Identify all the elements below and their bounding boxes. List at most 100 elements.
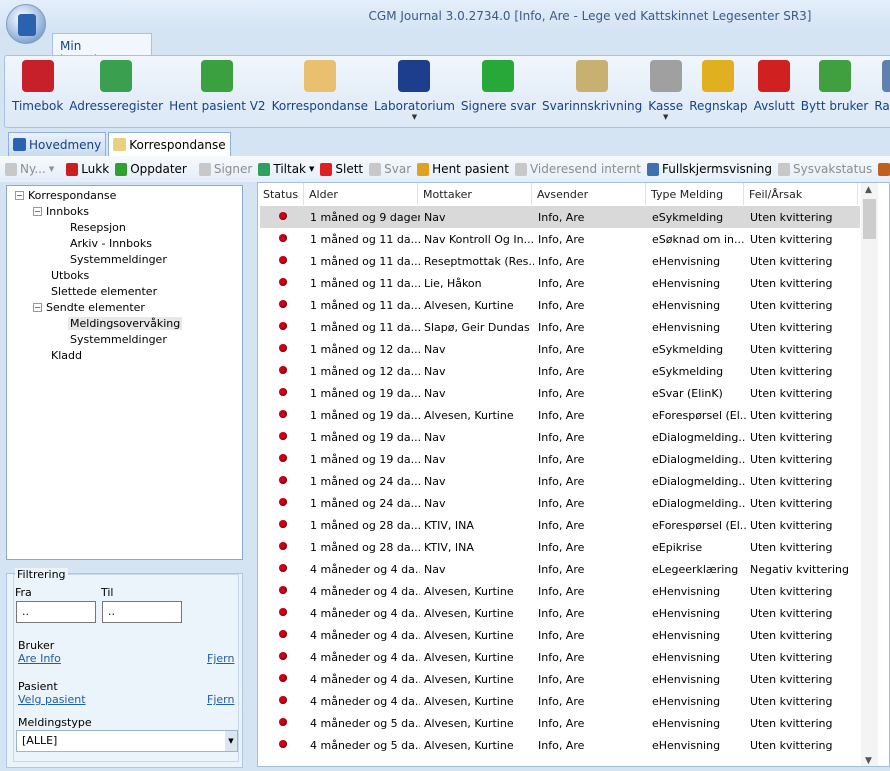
- ribbon-button-korrespondanse[interactable]: Korrespondanse: [269, 56, 371, 127]
- toolbar-s-button[interactable]: S: [878, 162, 890, 176]
- table-row[interactable]: 4 måneder og 4 da... Alvesen, Kurtine Info…: [260, 580, 860, 602]
- table-row[interactable]: 1 måned og 11 da... Lie, Håkon Info, Are eH…: [260, 272, 860, 294]
- cell-alder: 1 måned og 28 da...: [310, 519, 420, 532]
- table-row[interactable]: 1 måned og 19 da... Nav Info, Are eSvar (El…: [260, 382, 860, 404]
- toolbar-signer-button[interactable]: Signer: [198, 162, 253, 176]
- toolbar-lukk-button[interactable]: Lukk: [66, 162, 109, 176]
- ribbon-button-timebok[interactable]: Timebok: [9, 56, 66, 127]
- column-header-avsender[interactable]: Avsender: [532, 183, 646, 205]
- ribbon-tab-min-hovedmeny[interactable]: Min hovedmeny: [52, 33, 152, 67]
- toolbar-ny-button[interactable]: Ny... ▼: [5, 162, 54, 176]
- table-row[interactable]: 4 måneder og 4 da... Nav Info, Are eLegeerk…: [260, 558, 860, 580]
- pasient-remove-link[interactable]: Fjern: [207, 693, 234, 706]
- table-row[interactable]: 1 måned og 11 da... Nav Kontroll Og In...…: [260, 228, 860, 250]
- bruker-link[interactable]: Are Info: [18, 652, 61, 665]
- fra-input[interactable]: ..: [16, 601, 96, 623]
- toolbar-slett-button[interactable]: Slett: [320, 162, 363, 176]
- toolbar-label: Lukk: [81, 162, 110, 176]
- toolbar-sysvakstatus-button[interactable]: Sysvakstatus: [777, 162, 872, 176]
- ribbon-button-laboratorium[interactable]: Laboratorium ▼: [371, 56, 458, 127]
- pasient-link[interactable]: Velg pasient: [18, 693, 86, 706]
- table-row[interactable]: 1 måned og 19 da... Nav Info, Are eDialogme…: [260, 426, 860, 448]
- ribbon-button-rapport[interactable]: Rapport: [871, 56, 890, 127]
- chevron-down-icon[interactable]: ▼: [225, 731, 237, 751]
- toolbar-label: Signer: [213, 162, 253, 176]
- tree-item-sendte[interactable]: Sendte elementer: [46, 301, 145, 314]
- tree-item-korrespondanse[interactable]: Korrespondanse: [28, 189, 116, 202]
- status-cell: [260, 206, 306, 228]
- tree-item-kladd[interactable]: Kladd: [51, 349, 82, 362]
- table-row[interactable]: 4 måneder og 4 da... Alvesen, Kurtine Info…: [260, 690, 860, 712]
- toolbar-tiltak-button[interactable]: Tiltak ▼: [258, 162, 314, 176]
- ribbon-button-bytt-bruker[interactable]: Bytt bruker: [798, 56, 872, 127]
- toolbar-svar-button[interactable]: Svar: [369, 162, 411, 176]
- tree-item-systemmeldinger[interactable]: Systemmeldinger: [70, 253, 167, 266]
- collapse-icon[interactable]: −: [15, 191, 24, 200]
- table-row[interactable]: 4 måneder og 4 da... Alvesen, Kurtine Info…: [260, 646, 860, 668]
- tree-item-systemmeldinger-sendte[interactable]: Systemmeldinger: [70, 333, 167, 346]
- dropdown-caret-icon[interactable]: ▼: [49, 165, 54, 173]
- column-header-feil-a-rsak[interactable]: Feil/Årsak: [744, 183, 858, 205]
- app-menu-button[interactable]: [6, 4, 46, 44]
- bruker-remove-link[interactable]: Fjern: [207, 652, 234, 665]
- ribbon-button-kasse[interactable]: Kasse ▼: [645, 56, 686, 127]
- ribbon-button-adresseregister[interactable]: Adresseregister: [66, 56, 166, 127]
- tree-item-resepsjon[interactable]: Resepsjon: [70, 221, 126, 234]
- table-row[interactable]: 1 måned og 19 da... Alvesen, Kurtine Info,…: [260, 404, 860, 426]
- tree-item-innboks[interactable]: Innboks: [46, 205, 89, 218]
- scroll-thumb[interactable]: [863, 199, 876, 239]
- til-input[interactable]: ..: [102, 601, 182, 623]
- cell-mottaker: Nav: [424, 453, 446, 466]
- table-row[interactable]: 4 måneder og 4 da... Alvesen, Kurtine Info…: [260, 624, 860, 646]
- status-red-dot-icon: [279, 718, 287, 726]
- table-row[interactable]: 4 måneder og 5 da... Alvesen, Kurtine Info…: [260, 712, 860, 734]
- table-row[interactable]: 4 måneder og 4 da... Alvesen, Kurtine Info…: [260, 602, 860, 624]
- cell-mottaker: Nav: [424, 497, 446, 510]
- table-row[interactable]: 1 måned og 12 da... Nav Info, Are eSykmeldi…: [260, 360, 860, 382]
- cell-mottaker: Alvesen, Kurtine: [424, 409, 514, 422]
- table-row[interactable]: 1 måned og 24 da... Nav Info, Are eDialogme…: [260, 470, 860, 492]
- cell-avsender: Info, Are: [538, 299, 585, 312]
- ribbon-button-avslutt[interactable]: Avslutt: [751, 56, 798, 127]
- column-header-type-melding[interactable]: Type Melding: [646, 183, 744, 205]
- table-row[interactable]: 1 måned og 19 da... Nav Info, Are eDialogme…: [260, 448, 860, 470]
- column-header-alder[interactable]: Alder: [304, 183, 418, 205]
- table-row[interactable]: 1 måned og 9 dager Nav Info, Are eSykmeldin…: [260, 206, 860, 228]
- table-row[interactable]: 1 måned og 28 da... KTIV, INA Info, Are eEp…: [260, 536, 860, 558]
- ribbon-button-hent-pasient-v2[interactable]: Hent pasient V2: [166, 56, 268, 127]
- table-row[interactable]: 1 måned og 11 da... Slapø, Geir Dundas Inf…: [260, 316, 860, 338]
- table-row[interactable]: 4 måneder og 5 da... Alvesen, Kurtine Info…: [260, 734, 860, 756]
- scroll-down-icon[interactable]: ▼: [865, 756, 872, 766]
- table-row[interactable]: 1 måned og 12 da... Nav Info, Are eSykmeldi…: [260, 338, 860, 360]
- test-tubes-icon: [398, 60, 431, 92]
- ribbon-button-signere-svar[interactable]: Signere svar: [458, 56, 539, 127]
- tree-item-utboks[interactable]: Utboks: [51, 269, 89, 282]
- collapse-icon[interactable]: −: [33, 303, 42, 312]
- toolbar-videresend-internt-button[interactable]: Videresend internt: [514, 162, 641, 176]
- toolbar-hent-pasient-button[interactable]: Hent pasient: [417, 162, 509, 176]
- vertical-scrollbar[interactable]: ▲ ▼: [861, 183, 878, 766]
- dropdown-caret-icon[interactable]: ▼: [309, 165, 314, 173]
- scroll-up-icon[interactable]: ▲: [865, 185, 872, 195]
- table-row[interactable]: 1 måned og 28 da... KTIV, INA Info, Are eFo…: [260, 514, 860, 536]
- cell-mottaker: Nav: [424, 343, 446, 356]
- doc-tab-hovedmeny[interactable]: Hovedmeny: [8, 132, 107, 156]
- column-header-mottaker[interactable]: Mottaker: [418, 183, 532, 205]
- table-row[interactable]: 1 måned og 11 da... Alvesen, Kurtine Info,…: [260, 294, 860, 316]
- dropdown-caret-icon: ▼: [663, 113, 669, 121]
- tree-item-slettede[interactable]: Slettede elementer: [51, 285, 157, 298]
- cell-feil-arsak: Uten kvittering: [750, 321, 833, 334]
- collapse-icon[interactable]: −: [33, 207, 42, 216]
- ribbon-button-regnskap[interactable]: Regnskap: [686, 56, 750, 127]
- table-row[interactable]: 4 måneder og 4 da... Alvesen, Kurtine Info…: [260, 668, 860, 690]
- table-row[interactable]: 1 måned og 11 da... Reseptmottak (Res... I…: [260, 250, 860, 272]
- tree-item-arkiv-innboks[interactable]: Arkiv - Innboks: [70, 237, 152, 250]
- table-row[interactable]: 1 måned og 24 da... Nav Info, Are eDialogme…: [260, 492, 860, 514]
- column-header-status[interactable]: Status: [258, 183, 304, 205]
- meldingstype-select[interactable]: [ALLE] ▼: [16, 730, 238, 752]
- tree-item-meldingsovervaking[interactable]: Meldingsovervåking: [68, 317, 183, 330]
- toolbar-oppdater-button[interactable]: Oppdater: [115, 162, 187, 176]
- ribbon-button-svarinnskrivning[interactable]: Svarinnskrivning: [539, 56, 645, 127]
- toolbar-fullskjermsvisning-button[interactable]: Fullskjermsvisning: [647, 162, 772, 176]
- doc-tab-korrespondanse[interactable]: Korrespondanse: [108, 132, 231, 156]
